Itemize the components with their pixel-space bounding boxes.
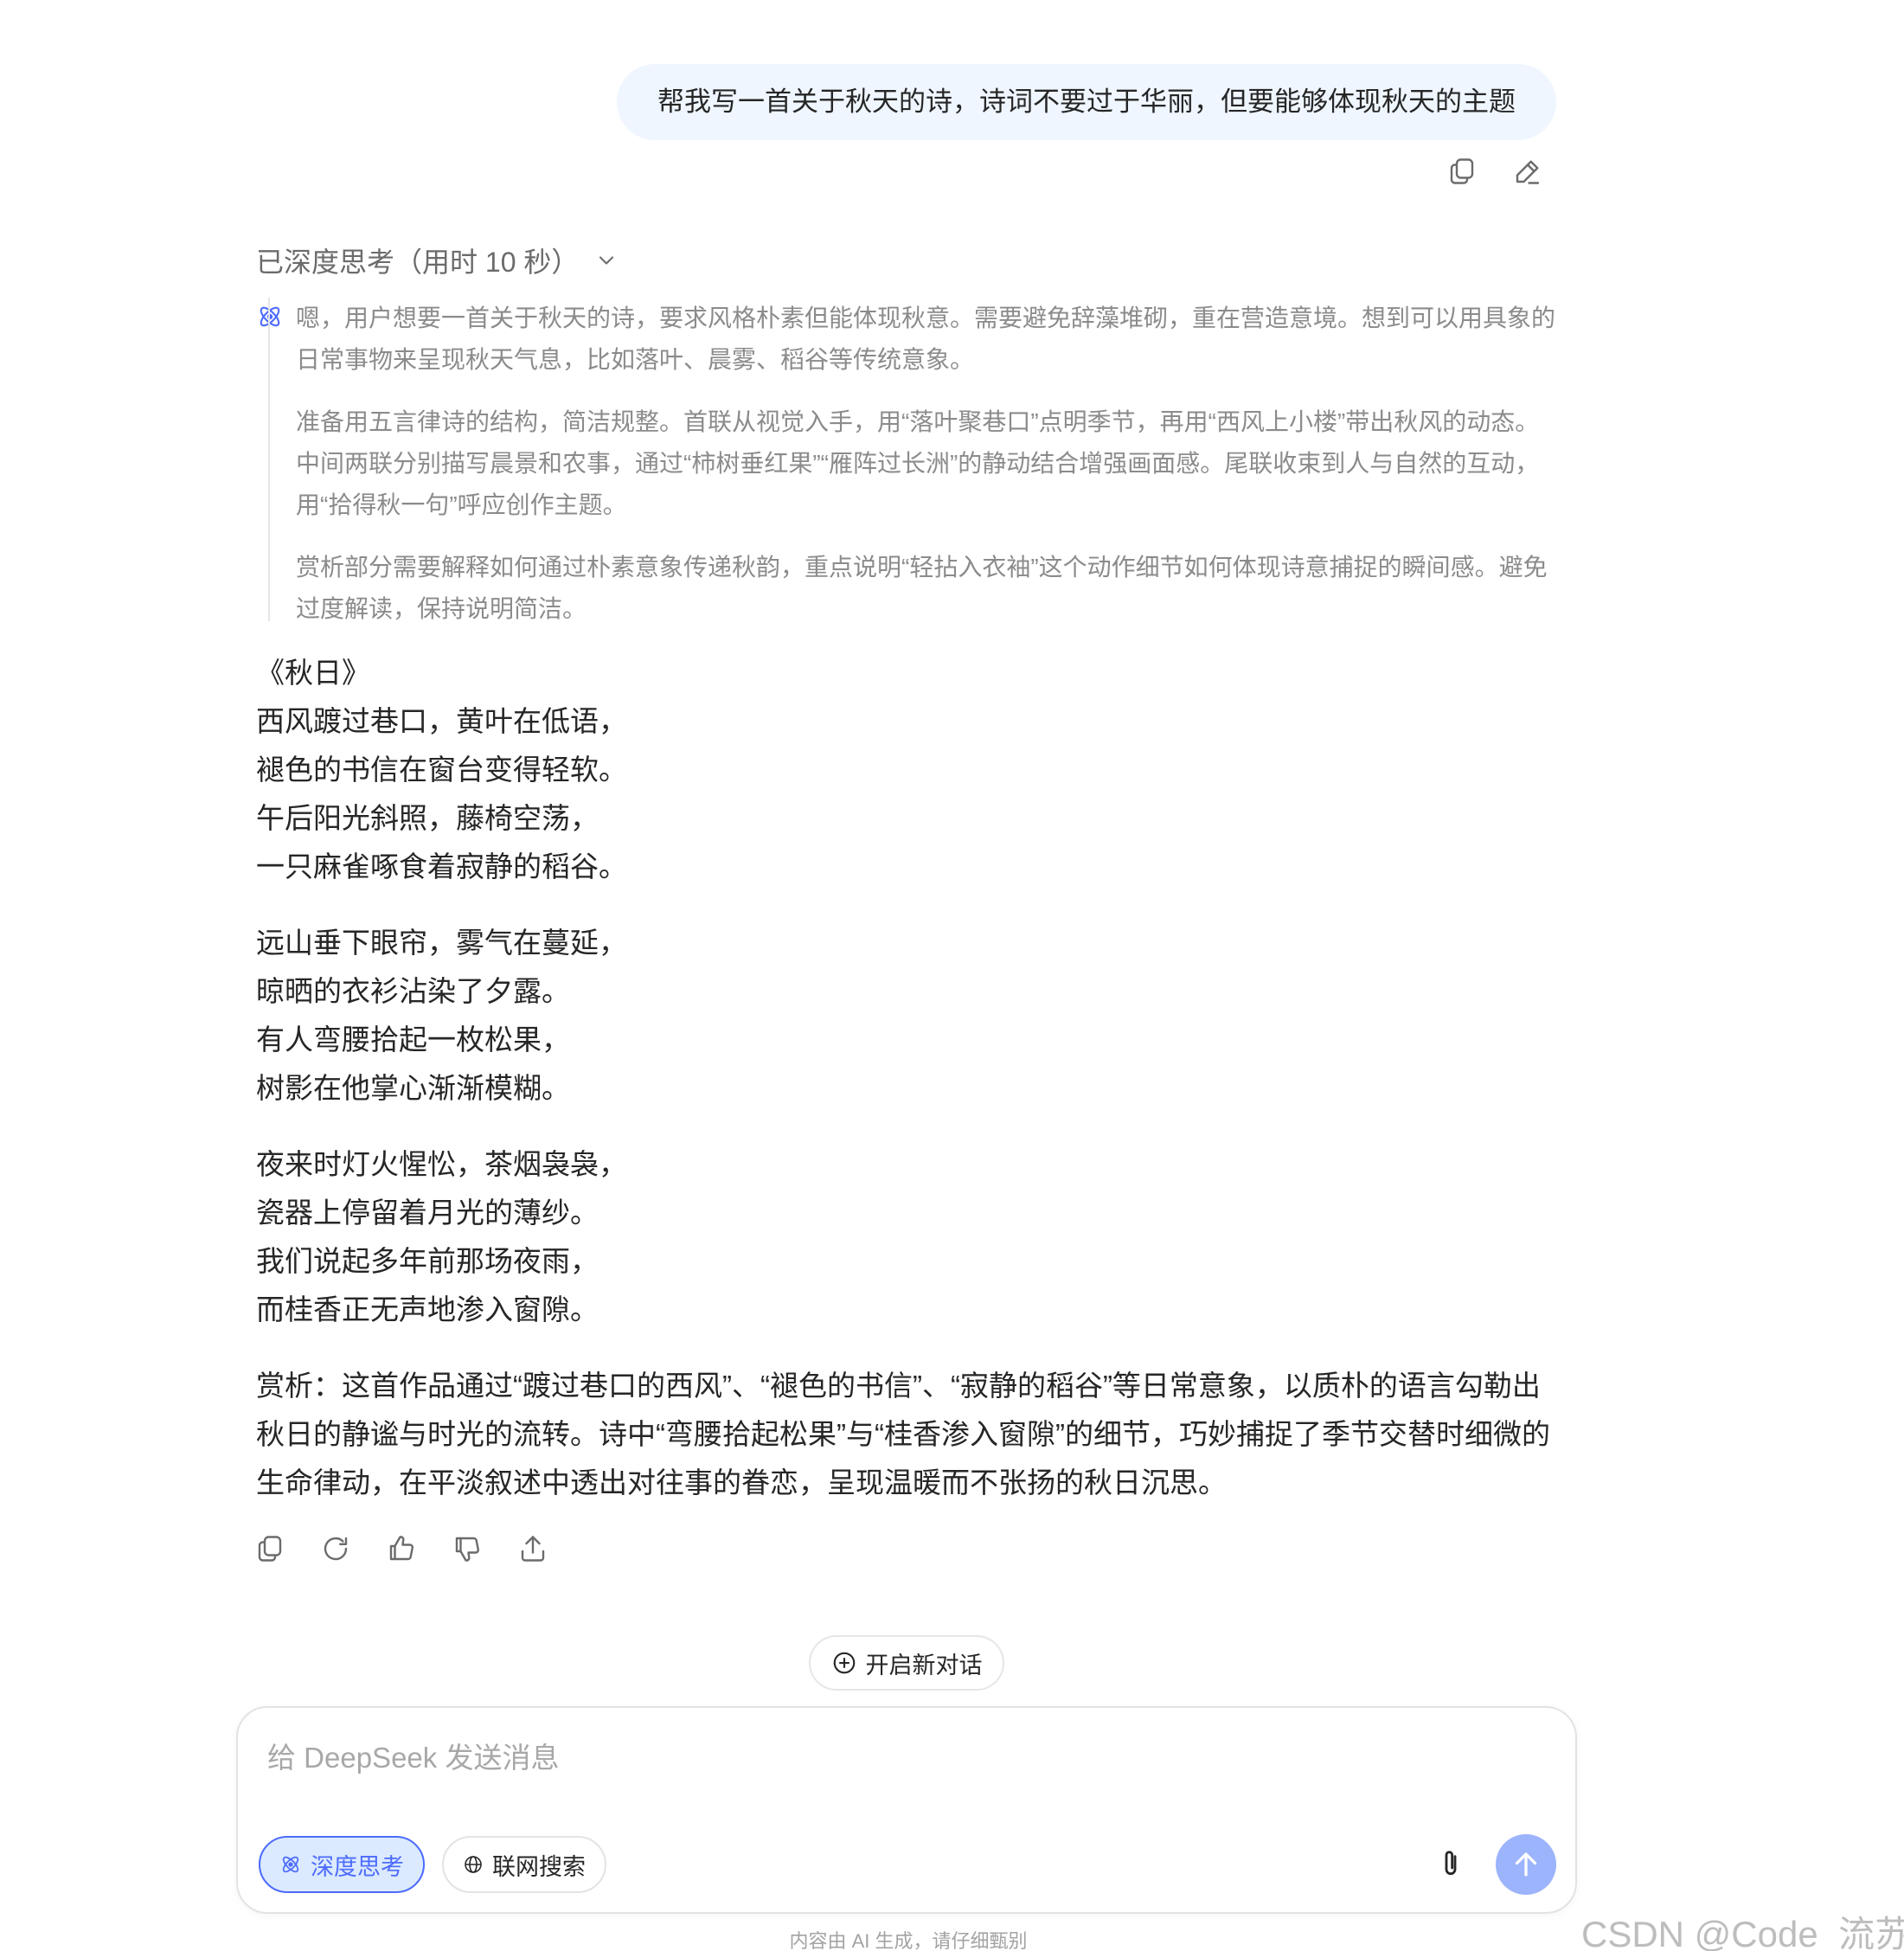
poem-analysis: 赏析：这首作品通过“踱过巷口的西风”、“褪色的书信”、“寂静的稻谷”等日常意象，… bbox=[256, 1370, 1550, 1499]
thumbs-up-icon[interactable] bbox=[386, 1533, 417, 1564]
poem-line: 一只麻雀啄食着寂静的稻谷。 bbox=[256, 850, 627, 882]
chevron-down-icon bbox=[599, 256, 614, 265]
web-search-label: 联网搜索 bbox=[492, 1853, 586, 1880]
poem-line: 远山垂下眼帘，雾气在蔓延， bbox=[256, 927, 627, 959]
arrow-up-icon bbox=[1515, 1852, 1537, 1877]
thinking-paragraph: 嗯，用户想要一首关于秋天的诗，要求风格朴素但能体现秋意。需要避免辞藻堆砌，重在营… bbox=[296, 305, 1556, 373]
poem-line: 夜来时灯火惺忪，茶烟袅袅， bbox=[256, 1148, 627, 1180]
regenerate-icon[interactable] bbox=[320, 1533, 351, 1564]
new-chat-label: 开启新对话 bbox=[865, 1652, 983, 1678]
deep-think-label: 深度思考 bbox=[311, 1853, 404, 1880]
thinking-paragraph: 赏析部分需要解释如何通过朴素意象传递秋韵，重点说明“轻拈入衣袖”这个动作细节如何… bbox=[296, 554, 1548, 622]
assistant-answer: 《秋日》 西风踱过巷口，黄叶在低语， 褪色的书信在窗台变得轻软。 午后阳光斜照，… bbox=[256, 649, 1562, 1507]
csdn-watermark: CSDN @Code_流苏 bbox=[1581, 1914, 1904, 1951]
thinking-content: 嗯，用户想要一首关于秋天的诗，要求风格朴素但能体现秋意。需要避免辞藻堆砌，重在营… bbox=[268, 298, 1557, 622]
message-composer: 深度思考 联网搜索 bbox=[236, 1706, 1577, 1914]
share-icon[interactable] bbox=[517, 1533, 548, 1564]
user-message-text: 帮我写一首关于秋天的诗，诗词不要过于华丽，但要能够体现秋天的主题 bbox=[657, 87, 1516, 117]
poem-line: 午后阳光斜照，藤椅空荡， bbox=[256, 802, 599, 834]
poem-stanza: 夜来时灯火惺忪，茶烟袅袅， 瓷器上停留着月光的薄纱。 我们说起多年前那场夜雨， … bbox=[256, 1140, 1562, 1334]
send-button[interactable] bbox=[1496, 1834, 1556, 1895]
message-input[interactable] bbox=[267, 1732, 1530, 1784]
edit-icon[interactable] bbox=[1512, 156, 1543, 187]
thinking-toggle[interactable]: 已深度思考（用时 10 秒） bbox=[256, 241, 619, 280]
poem-line: 树影在他掌心渐渐模糊。 bbox=[256, 1072, 570, 1104]
thumbs-down-icon[interactable] bbox=[452, 1533, 483, 1564]
thinking-toggle-label: 已深度思考（用时 10 秒） bbox=[256, 247, 580, 278]
poem-line: 而桂香正无声地渗入窗隙。 bbox=[256, 1293, 599, 1325]
poem-line: 晾晒的衣衫沾染了夕露。 bbox=[256, 975, 570, 1007]
new-chat-button[interactable]: 开启新对话 bbox=[809, 1635, 1004, 1691]
deep-think-atom-icon bbox=[282, 1856, 299, 1873]
thinking-paragraph: 准备用五言律诗的结构，简洁规整。首联从视觉入手，用“落叶聚巷口”点明季节，再用“… bbox=[296, 408, 1540, 518]
paperclip-icon[interactable] bbox=[1433, 1846, 1468, 1881]
poem-stanza: 西风踱过巷口，黄叶在低语， 褪色的书信在窗台变得轻软。 午后阳光斜照，藤椅空荡，… bbox=[256, 697, 1562, 891]
answer-actions bbox=[254, 1533, 548, 1564]
poem-line: 我们说起多年前那场夜雨， bbox=[256, 1245, 599, 1277]
user-message-bubble: 帮我写一首关于秋天的诗，诗词不要过于华丽，但要能够体现秋天的主题 bbox=[617, 64, 1556, 140]
web-search-toggle[interactable]: 联网搜索 bbox=[442, 1836, 606, 1893]
poem-line: 瓷器上停留着月光的薄纱。 bbox=[256, 1197, 599, 1229]
copy-icon[interactable] bbox=[254, 1533, 285, 1564]
poem-line: 有人弯腰拾起一枚松果， bbox=[256, 1024, 570, 1056]
copy-icon[interactable] bbox=[1446, 156, 1478, 187]
globe-icon bbox=[465, 1856, 482, 1873]
poem-line: 褪色的书信在窗台变得轻软。 bbox=[256, 754, 627, 786]
poem-stanza: 远山垂下眼帘，雾气在蔓延， 晾晒的衣衫沾染了夕露。 有人弯腰拾起一枚松果， 树影… bbox=[256, 919, 1562, 1113]
deep-think-toggle[interactable]: 深度思考 bbox=[259, 1836, 425, 1893]
poem-line: 西风踱过巷口，黄叶在低语， bbox=[256, 705, 627, 737]
plus-circle-icon bbox=[833, 1652, 855, 1674]
user-message-actions bbox=[1446, 156, 1543, 187]
ai-disclaimer: 内容由 AI 生成，请仔细甄别 bbox=[789, 1930, 1028, 1951]
poem-title: 《秋日》 bbox=[256, 657, 370, 689]
